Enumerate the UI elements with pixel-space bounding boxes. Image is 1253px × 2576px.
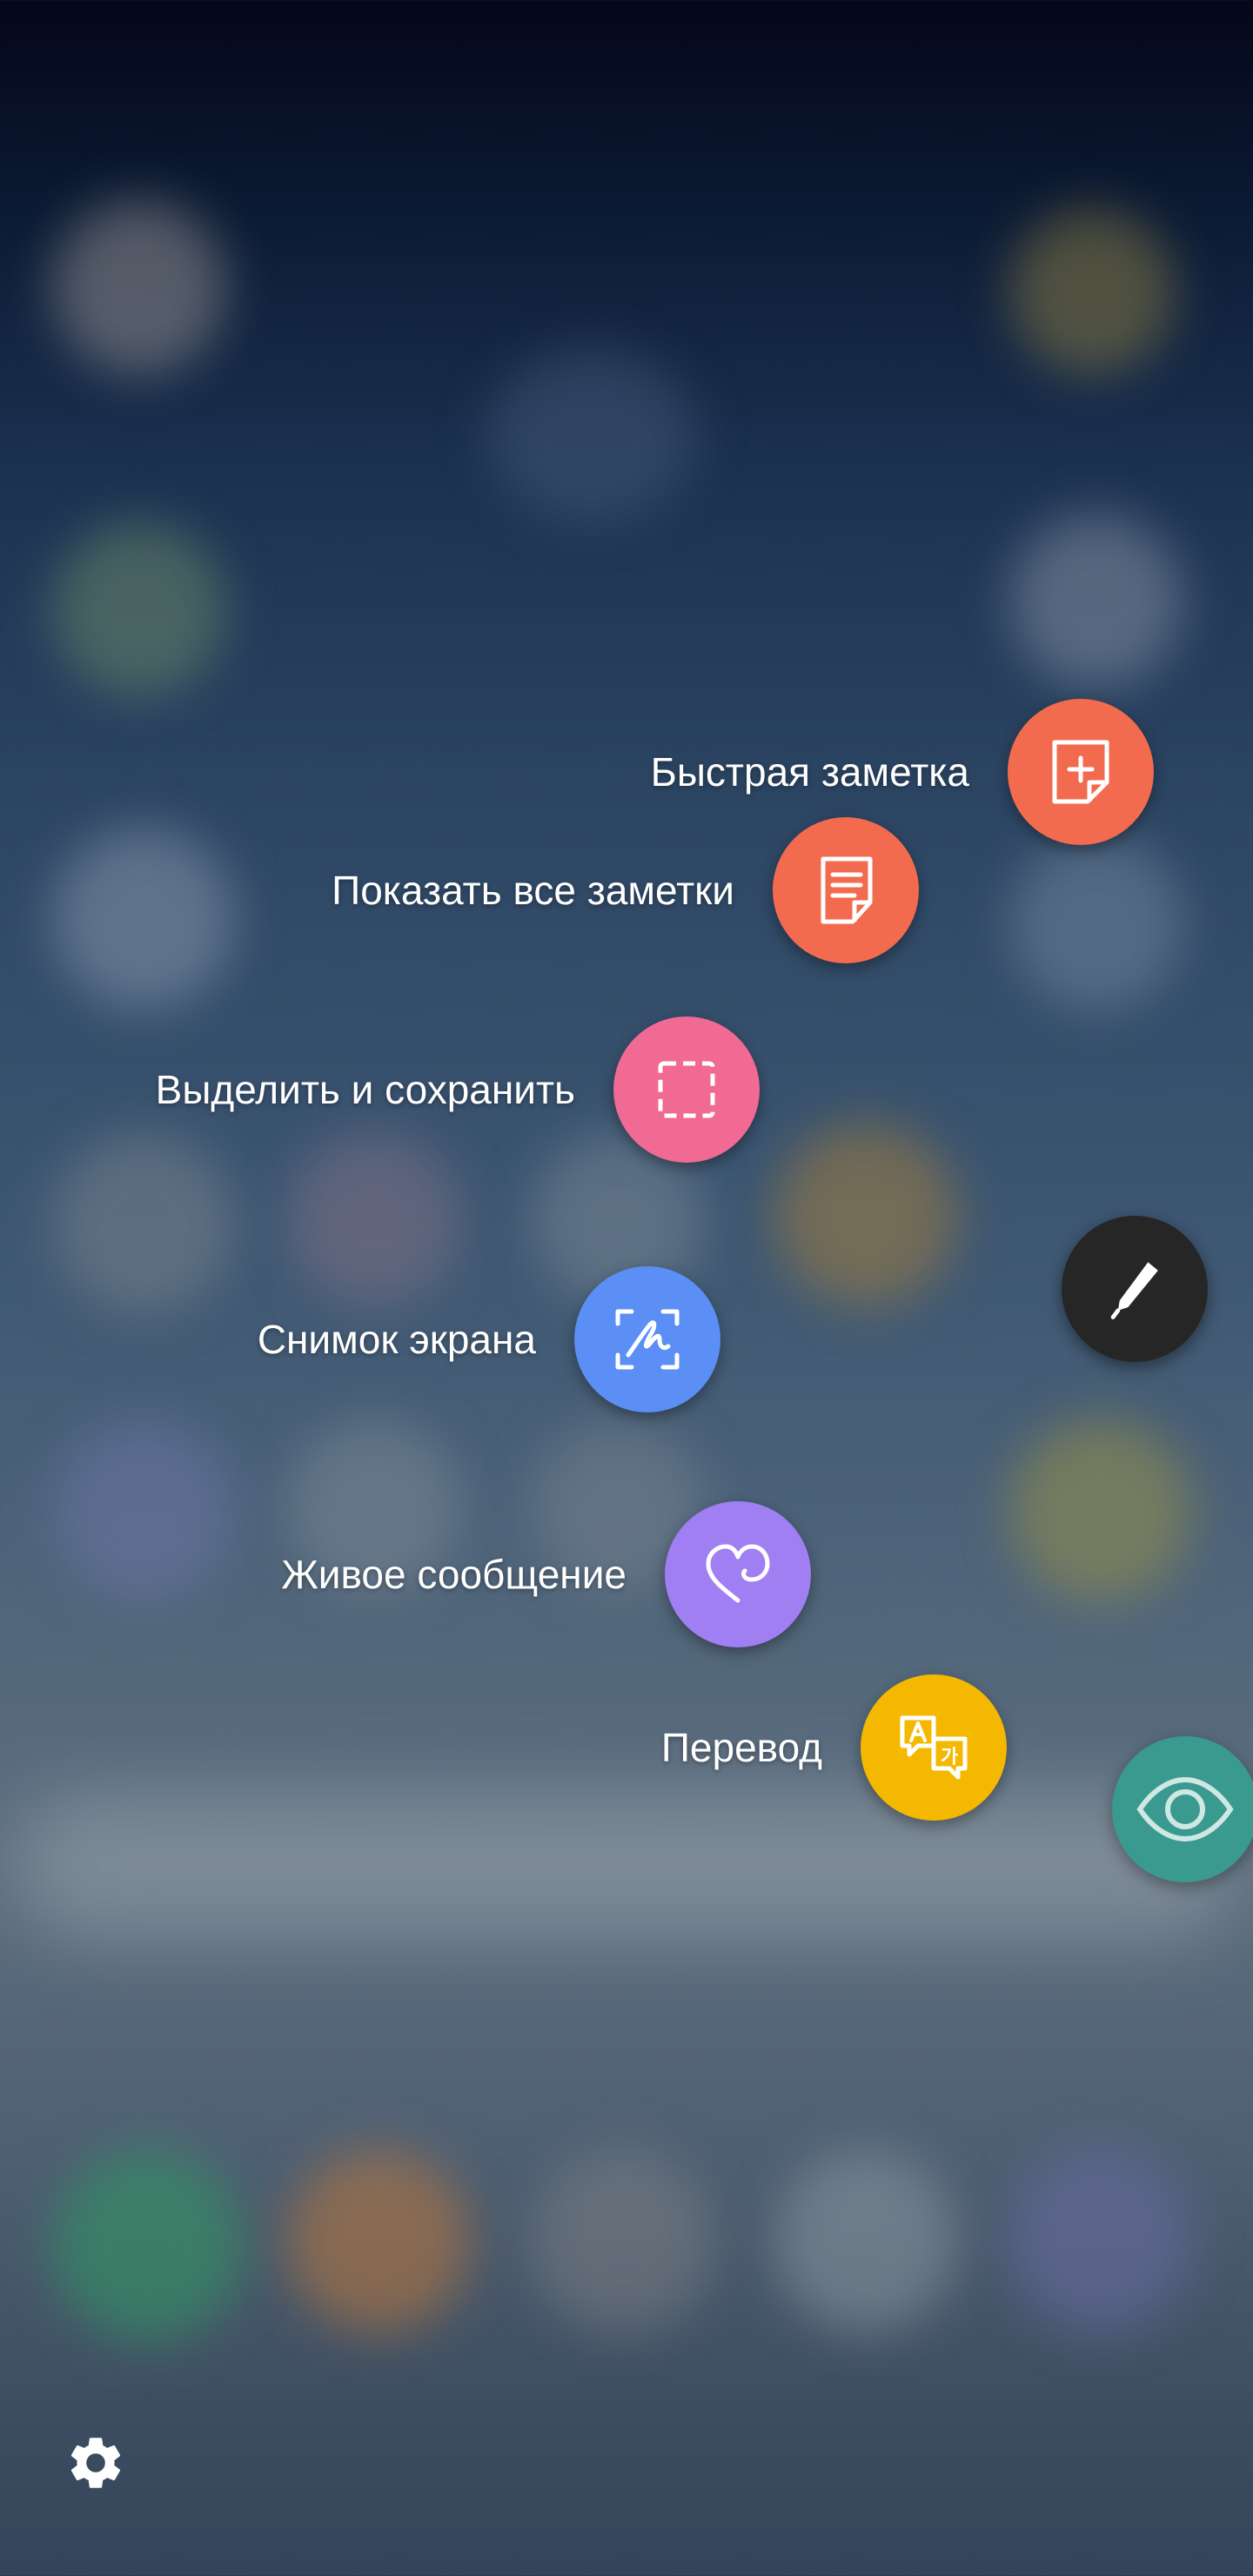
action-label: Снимок экрана xyxy=(257,1317,536,1362)
translate-button[interactable]: 가 xyxy=(861,1674,1007,1821)
blur-blob xyxy=(774,2150,957,2332)
action-screenshot[interactable]: Снимок экрана xyxy=(258,1266,720,1412)
action-label: Показать все заметки xyxy=(332,868,734,913)
notes-list-icon xyxy=(821,856,873,924)
screenshot-button[interactable] xyxy=(574,1266,720,1412)
blur-blob xyxy=(52,1419,235,1601)
blur-blob xyxy=(487,348,696,522)
action-label: Живое сообщение xyxy=(281,1552,626,1597)
blur-blob xyxy=(1009,1419,1192,1601)
svg-text:가: 가 xyxy=(941,1747,958,1768)
action-live-message[interactable]: Живое сообщение xyxy=(281,1501,811,1647)
blur-blob xyxy=(531,2150,714,2332)
blur-blob xyxy=(1009,2150,1192,2332)
action-show-all-notes[interactable]: Показать все заметки xyxy=(332,817,919,963)
select-save-button[interactable] xyxy=(613,1016,760,1163)
translate-icon: 가 xyxy=(900,1715,968,1780)
blur-blob xyxy=(1009,835,1183,1010)
blur-blob xyxy=(52,522,226,696)
eye-button[interactable] xyxy=(1112,1736,1253,1882)
eye-icon xyxy=(1136,1776,1234,1842)
air-command-pen-button[interactable] xyxy=(1062,1216,1208,1362)
note-add-icon xyxy=(1052,740,1109,804)
blur-blob xyxy=(52,200,226,374)
blur-blob xyxy=(52,827,235,1010)
blur-blob xyxy=(1009,209,1175,374)
blur-blob xyxy=(1009,513,1183,688)
action-label: Быстрая заметка xyxy=(650,749,969,795)
settings-button[interactable] xyxy=(61,2428,131,2498)
blur-blob xyxy=(774,1123,957,1305)
action-select-save[interactable]: Выделить и сохранить xyxy=(156,1016,760,1163)
pen-icon xyxy=(1110,1262,1158,1319)
show-all-notes-button[interactable] xyxy=(773,817,919,963)
quick-note-button[interactable] xyxy=(1008,699,1154,845)
blur-blob xyxy=(52,2150,244,2341)
gear-icon xyxy=(70,2438,121,2488)
selection-icon xyxy=(658,1061,715,1118)
screen-write-icon xyxy=(615,1309,680,1370)
blur-band xyxy=(17,1793,1236,1941)
live-message-button[interactable] xyxy=(665,1501,811,1647)
blur-blob xyxy=(287,2150,470,2332)
action-label: Выделить и сохранить xyxy=(155,1067,575,1112)
heart-icon xyxy=(706,1544,770,1603)
action-label: Перевод xyxy=(660,1725,822,1770)
action-translate[interactable]: Перевод 가 xyxy=(661,1674,1007,1821)
